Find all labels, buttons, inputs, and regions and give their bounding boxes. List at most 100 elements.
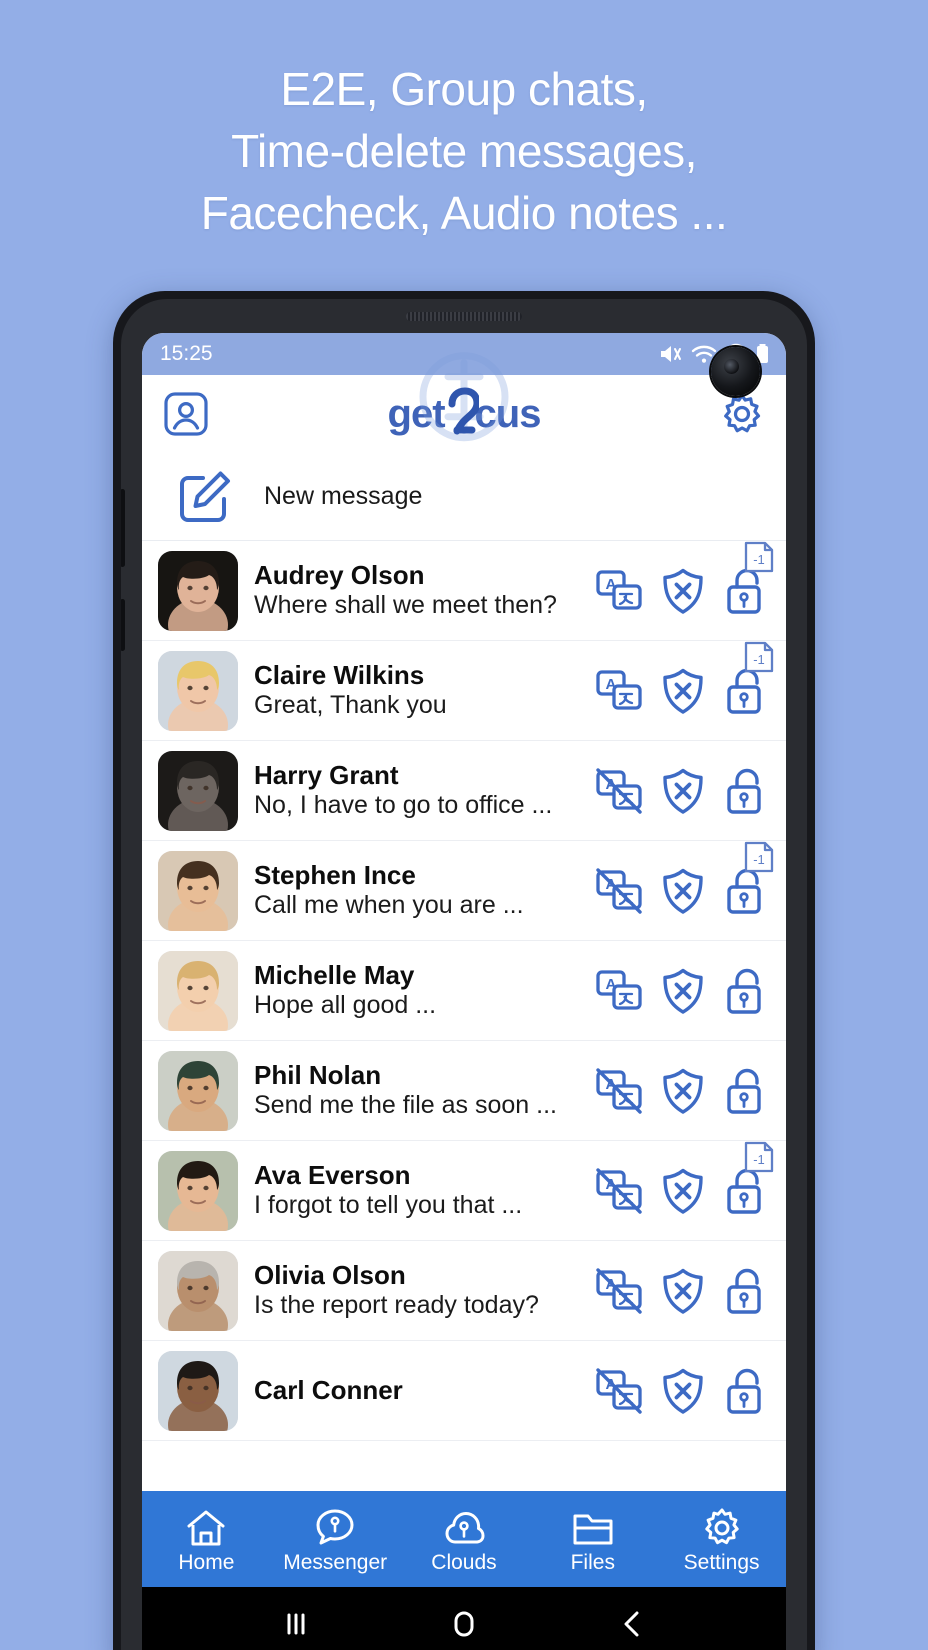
- translate-icon[interactable]: A: [594, 966, 644, 1016]
- phone-bezel: 15:25 get cus New message Audrey Olson W…: [121, 299, 807, 1650]
- translate-icon[interactable]: A: [594, 666, 644, 716]
- translate-off-icon[interactable]: A: [594, 766, 644, 816]
- chat-action-group: A -1: [594, 541, 774, 616]
- gear-icon[interactable]: [718, 390, 766, 438]
- unlocked-icon[interactable]: [722, 1066, 772, 1116]
- recents-icon[interactable]: [276, 1604, 316, 1644]
- unlocked-icon[interactable]: [722, 1266, 772, 1316]
- message-preview: Great, Thank you: [254, 691, 447, 720]
- chat-meta: Stephen Ince Call me when you are ...: [238, 860, 594, 922]
- contact-name: Phil Nolan: [254, 1059, 382, 1090]
- unlocked-icon[interactable]: -1: [722, 1141, 774, 1216]
- new-message-button[interactable]: New message: [142, 453, 786, 541]
- chat-action-group: A: [594, 966, 772, 1016]
- message-preview: Is the report ready today?: [254, 1291, 539, 1320]
- nav-item-home[interactable]: Home: [142, 1506, 271, 1573]
- avatar[interactable]: [158, 850, 238, 931]
- shield-x-icon[interactable]: [658, 766, 708, 816]
- translate-icon[interactable]: A: [594, 566, 644, 616]
- messenger-icon: [313, 1506, 357, 1550]
- logo-text-right: cus: [474, 392, 542, 436]
- message-preview: Send me the file as soon ...: [254, 1091, 557, 1120]
- unlocked-icon[interactable]: -1: [722, 541, 774, 616]
- chat-row[interactable]: Carl Conner A: [142, 1341, 786, 1441]
- chat-row[interactable]: Harry Grant No, I have to go to office ..…: [142, 741, 786, 841]
- system-navigation-bar[interactable]: [142, 1587, 786, 1650]
- chat-row[interactable]: Olivia Olson Is the report ready today? A: [142, 1241, 786, 1341]
- shield-x-icon[interactable]: [658, 966, 708, 1016]
- chat-row[interactable]: Audrey Olson Where shall we meet then? A …: [142, 541, 786, 641]
- message-preview: Call me when you are ...: [254, 891, 524, 920]
- nav-item-label: Messenger: [283, 1550, 388, 1574]
- unlocked-icon[interactable]: -1: [722, 641, 774, 716]
- chat-row[interactable]: Michelle May Hope all good ... A: [142, 941, 786, 1041]
- translate-off-icon[interactable]: A: [594, 1166, 644, 1216]
- translate-off-icon[interactable]: A: [594, 1066, 644, 1116]
- chat-meta: Carl Conner: [238, 1375, 594, 1406]
- avatar[interactable]: [158, 950, 238, 1031]
- unlocked-icon[interactable]: -1: [722, 841, 774, 916]
- translate-off-icon[interactable]: A: [594, 866, 644, 916]
- contact-name: Audrey Olson: [254, 559, 425, 590]
- avatar[interactable]: [158, 1050, 238, 1131]
- avatar[interactable]: [158, 650, 238, 731]
- chat-row[interactable]: Ava Everson I forgot to tell you that ...…: [142, 1141, 786, 1241]
- chat-meta: Ava Everson I forgot to tell you that ...: [238, 1160, 594, 1222]
- chat-list[interactable]: Audrey Olson Where shall we meet then? A …: [142, 541, 786, 1491]
- chat-action-group: A -1: [594, 1141, 774, 1216]
- home-circle-icon[interactable]: [444, 1604, 484, 1644]
- status-time: 15:25: [160, 342, 213, 365]
- unlocked-icon[interactable]: [722, 1366, 772, 1416]
- nav-item-clouds[interactable]: Clouds: [400, 1506, 529, 1573]
- front-camera: [711, 347, 760, 396]
- chat-action-group: A: [594, 1066, 772, 1116]
- chat-row[interactable]: Phil Nolan Send me the file as soon ... A: [142, 1041, 786, 1141]
- contact-name: Claire Wilkins: [254, 659, 425, 690]
- message-preview: Hope all good ...: [254, 991, 437, 1020]
- chat-meta: Claire Wilkins Great, Thank you: [238, 660, 594, 722]
- chat-action-group: A -1: [594, 841, 774, 916]
- shield-x-icon[interactable]: [658, 1066, 708, 1116]
- back-icon[interactable]: [612, 1604, 652, 1644]
- avatar[interactable]: [158, 1150, 238, 1231]
- time-delete-badge: -1: [742, 1140, 776, 1174]
- avatar[interactable]: [158, 1350, 238, 1431]
- chat-action-group: A: [594, 766, 772, 816]
- translate-off-icon[interactable]: A: [594, 1366, 644, 1416]
- shield-x-icon[interactable]: [658, 1166, 708, 1216]
- nav-item-settings[interactable]: Settings: [657, 1506, 786, 1573]
- chat-meta: Harry Grant No, I have to go to office ..…: [238, 760, 594, 822]
- message-preview: No, I have to go to office ...: [254, 791, 553, 820]
- time-delete-badge: -1: [742, 640, 776, 674]
- nav-item-files[interactable]: Files: [528, 1506, 657, 1573]
- shield-x-icon[interactable]: [658, 1366, 708, 1416]
- bottom-navigation[interactable]: Home Messenger Clouds Files Settings: [142, 1491, 786, 1587]
- avatar[interactable]: [158, 750, 238, 831]
- profile-icon[interactable]: [162, 390, 210, 438]
- app-header: get cus: [142, 352, 786, 453]
- unlocked-icon[interactable]: [722, 966, 772, 1016]
- shield-x-icon[interactable]: [658, 1266, 708, 1316]
- svg-text:-1: -1: [753, 1152, 765, 1167]
- translate-off-icon[interactable]: A: [594, 1266, 644, 1316]
- power-button[interactable]: [121, 599, 125, 651]
- shield-x-icon[interactable]: [658, 866, 708, 916]
- shield-x-icon[interactable]: [658, 666, 708, 716]
- avatar[interactable]: [158, 550, 238, 631]
- status-bar: 15:25: [142, 333, 786, 396]
- shield-x-icon[interactable]: [658, 566, 708, 616]
- nav-item-label: Clouds: [431, 1550, 497, 1574]
- nav-item-messenger[interactable]: Messenger: [271, 1506, 400, 1573]
- chat-row[interactable]: Claire Wilkins Great, Thank you A -1: [142, 641, 786, 741]
- time-delete-badge: -1: [742, 840, 776, 874]
- logo-text-left: get: [387, 392, 446, 436]
- compose-icon[interactable]: [176, 468, 234, 526]
- volume-button[interactable]: [121, 489, 125, 567]
- chat-action-group: A: [594, 1366, 772, 1416]
- unlocked-icon[interactable]: [722, 766, 772, 816]
- chat-row[interactable]: Stephen Ince Call me when you are ... A -…: [142, 841, 786, 941]
- promo-headline: E2E, Group chats, Time-delete messages, …: [0, 58, 928, 244]
- avatar[interactable]: [158, 1250, 238, 1331]
- promo-line-1: E2E, Group chats,: [280, 63, 648, 115]
- message-preview: I forgot to tell you that ...: [254, 1191, 523, 1220]
